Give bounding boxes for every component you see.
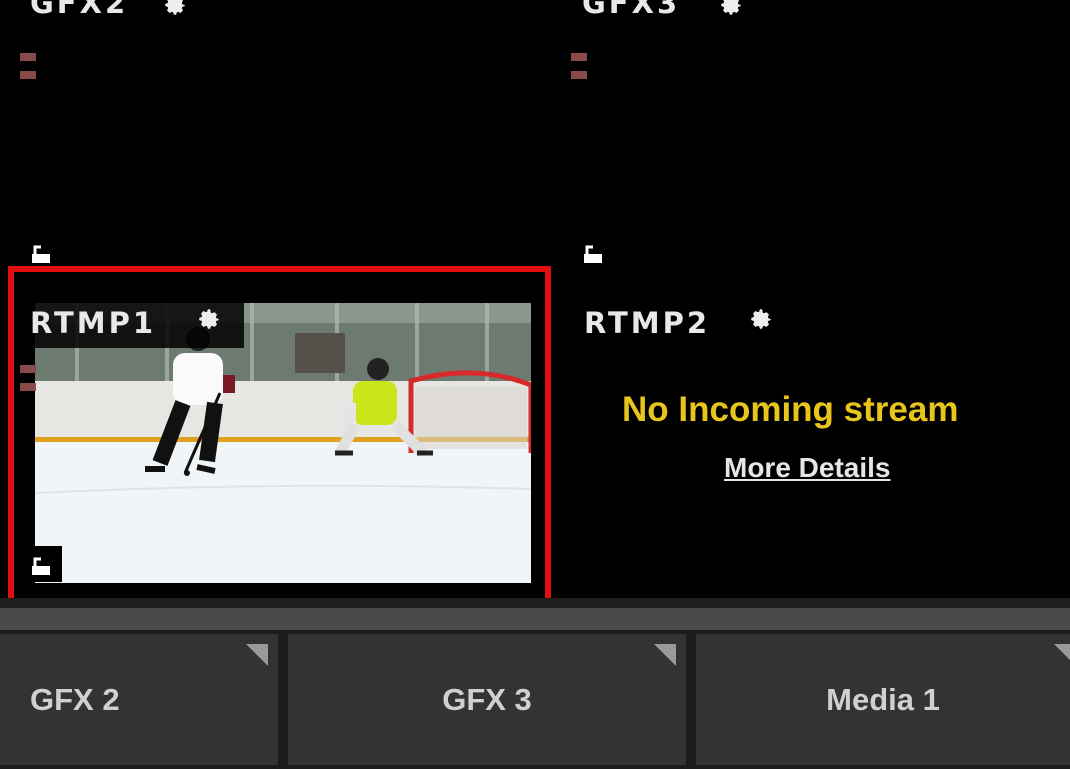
gear-icon[interactable] — [718, 0, 744, 18]
dropdown-corner-icon[interactable] — [246, 644, 268, 666]
no-stream-message: No Incoming stream — [622, 390, 959, 429]
audio-meter — [20, 360, 58, 391]
divider — [0, 598, 1070, 608]
dropdown-corner-icon[interactable] — [654, 644, 676, 666]
tile-label: RTMP2 — [584, 306, 711, 340]
tile-label: GFX2 — [30, 0, 129, 20]
audio-meter — [571, 48, 609, 79]
source-button-label: GFX 2 — [30, 681, 120, 717]
more-details-link[interactable]: More Details — [724, 452, 891, 484]
lock-icon[interactable] — [582, 242, 604, 264]
lock-icon[interactable] — [30, 554, 52, 576]
divider — [0, 608, 1070, 630]
source-button-gfx3[interactable]: GFX 3 — [288, 634, 686, 765]
dropdown-corner-icon[interactable] — [1054, 644, 1070, 666]
multiview-monitor: GFX2 GFX3 RTMP1 RTMP2 No Incoming stream… — [0, 0, 1070, 608]
gear-icon[interactable] — [196, 306, 222, 332]
source-button-label: Media 1 — [826, 681, 940, 717]
source-button-gfx2[interactable]: GFX 2 — [0, 634, 278, 765]
lock-icon[interactable] — [30, 242, 52, 264]
source-button-label: GFX 3 — [442, 681, 532, 717]
tile-label: GFX3 — [582, 0, 681, 20]
gear-icon[interactable] — [748, 306, 774, 332]
source-button-media1[interactable]: Media 1 — [696, 634, 1070, 765]
tile-label: RTMP1 — [30, 306, 157, 340]
gear-icon[interactable] — [162, 0, 188, 18]
audio-meter — [20, 48, 58, 79]
